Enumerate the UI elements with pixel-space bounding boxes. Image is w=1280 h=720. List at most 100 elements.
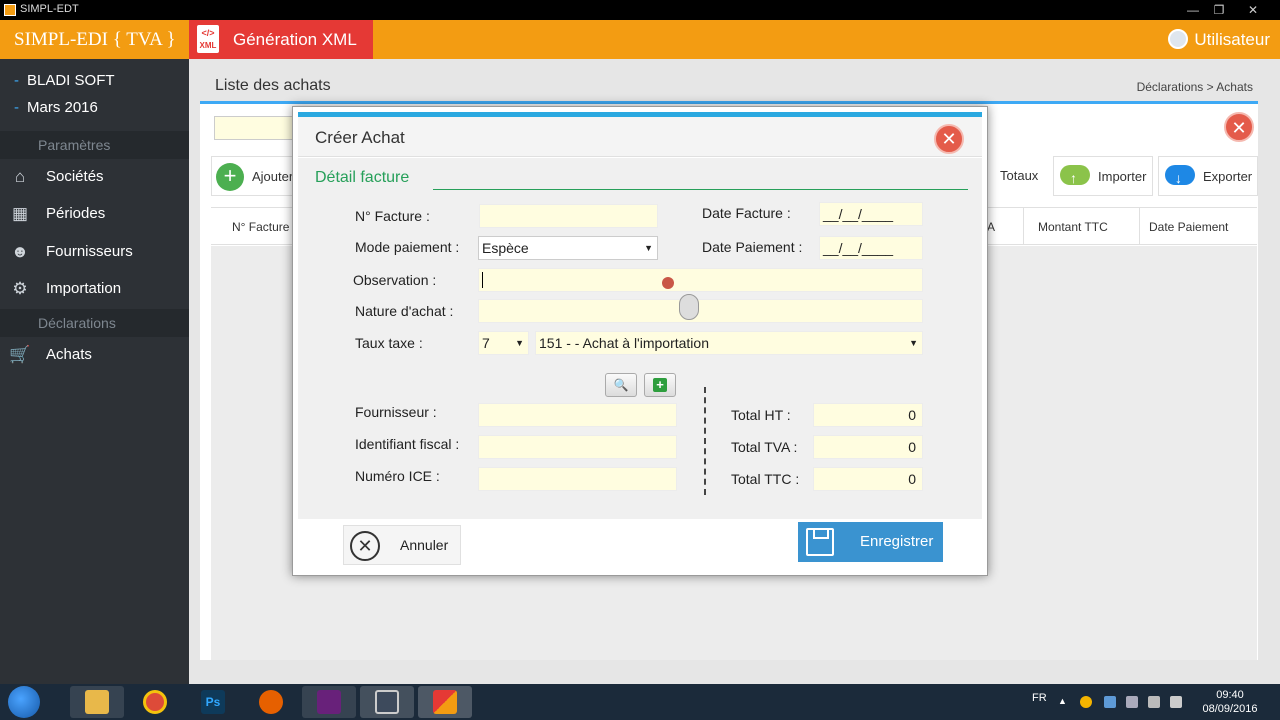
- floppy-icon: [375, 690, 399, 714]
- observation-input[interactable]: [478, 268, 923, 292]
- mode-paiement-select[interactable]: Espèce ▼: [478, 236, 658, 260]
- total-tva-value: 0: [813, 435, 923, 459]
- volume-icon[interactable]: [1170, 696, 1182, 708]
- col-n-facture[interactable]: N° Facture: [232, 220, 289, 234]
- col-tva[interactable]: A: [987, 220, 995, 234]
- taux-category-select[interactable]: 151 - - Achat à l'importation ▼: [535, 331, 923, 355]
- total-ht-label: Total HT :: [731, 407, 791, 423]
- total-ttc-label: Total TTC :: [731, 471, 800, 487]
- window-titlebar: SIMPL-EDT — ❐ ✕: [0, 0, 1280, 20]
- taskbar-clock[interactable]: 09:40 08/09/2016: [1198, 688, 1262, 716]
- nature-achat-input[interactable]: [478, 299, 923, 323]
- mouse-indicator-icon: [679, 294, 699, 320]
- n-facture-input[interactable]: [479, 204, 658, 228]
- chevron-down-icon: ▼: [515, 338, 524, 348]
- search-icon: 🔍: [613, 378, 629, 392]
- app-icon: [4, 4, 16, 16]
- cancel-icon: ✕: [350, 531, 380, 561]
- section-detail-facture: Détail facture: [315, 169, 410, 186]
- tray-network-icon[interactable]: [1104, 696, 1116, 708]
- cart-icon: 🛒: [9, 345, 31, 364]
- app-icon: [433, 690, 457, 714]
- filter-input[interactable]: [214, 116, 294, 140]
- section-parametres: Paramètres: [0, 131, 189, 159]
- floppy-save-icon: [806, 528, 834, 556]
- app-header: SIMPL-EDI { TVA } </> XML Génération XML …: [0, 20, 1280, 59]
- date-facture-input[interactable]: __/__/____: [819, 202, 923, 226]
- identifiant-fiscal-input[interactable]: [478, 435, 677, 459]
- taskbar-firefox[interactable]: [244, 686, 298, 718]
- taux-taxe-select[interactable]: 7 ▼: [478, 331, 529, 355]
- sidebar: - BLADI SOFT - Mars 2016 Paramètres ⌂ Socié…: [0, 59, 189, 684]
- date-facture-label: Date Facture :: [702, 205, 791, 221]
- tray-expand-icon[interactable]: ▲: [1058, 696, 1070, 708]
- col-date-paiement[interactable]: Date Paiement: [1149, 220, 1228, 234]
- cloud-upload-icon: ↑: [1060, 165, 1090, 185]
- panel-close-button[interactable]: ✕: [1224, 112, 1254, 142]
- sidebar-item-periodes[interactable]: ▦ Périodes: [0, 196, 189, 232]
- n-facture-label: N° Facture :: [355, 208, 430, 224]
- generate-xml-button[interactable]: </> XML Génération XML: [189, 20, 373, 59]
- col-montant-ttc[interactable]: Montant TTC: [1038, 220, 1108, 234]
- people-icon: ☻: [11, 242, 29, 261]
- search-fournisseur-button[interactable]: 🔍: [605, 373, 637, 397]
- photoshop-icon: Ps: [201, 690, 225, 714]
- calendar-icon: ▦: [11, 204, 29, 223]
- annuler-button[interactable]: ✕ Annuler: [343, 525, 461, 565]
- page-title: Liste des achats: [215, 77, 331, 94]
- company-name: - BLADI SOFT: [14, 72, 115, 89]
- tray-flag-icon[interactable]: [1126, 696, 1138, 708]
- language-indicator[interactable]: FR: [1032, 692, 1047, 704]
- taskbar-chrome[interactable]: [128, 686, 182, 718]
- user-label: Utilisateur: [1194, 30, 1270, 49]
- gear-icon: ⚙: [12, 279, 28, 298]
- start-button[interactable]: [8, 686, 40, 718]
- chevron-down-icon: ▼: [909, 338, 918, 348]
- numero-ice-label: Numéro ICE :: [355, 468, 440, 484]
- exporter-button[interactable]: ↓ Exporter: [1158, 156, 1258, 196]
- taskbar-app[interactable]: [418, 686, 472, 718]
- sidebar-item-importation[interactable]: ⚙ Importation: [0, 271, 189, 307]
- numero-ice-input[interactable]: [478, 467, 677, 491]
- mode-paiement-label: Mode paiement :: [355, 239, 460, 255]
- section-declarations: Déclarations: [0, 309, 189, 337]
- close-window-button[interactable]: ✕: [1240, 2, 1266, 18]
- chrome-icon: [143, 690, 167, 714]
- total-tva-label: Total TVA :: [731, 439, 798, 455]
- maximize-button[interactable]: ❐: [1206, 2, 1232, 18]
- taskbar-floppy[interactable]: [360, 686, 414, 718]
- add-fournisseur-button[interactable]: +: [644, 373, 676, 397]
- user-menu[interactable]: Utilisateur: [1168, 29, 1270, 50]
- fournisseur-label: Fournisseur :: [355, 404, 437, 420]
- taskbar-explorer[interactable]: [70, 686, 124, 718]
- tray-app-icon[interactable]: [1080, 696, 1092, 708]
- taskbar-photoshop[interactable]: Ps: [186, 686, 240, 718]
- total-ht-value: 0: [813, 403, 923, 427]
- window-title: SIMPL-EDT: [20, 3, 79, 15]
- taskbar-visual-studio[interactable]: [302, 686, 356, 718]
- breadcrumb[interactable]: Déclarations > Achats: [1137, 80, 1253, 94]
- totaux-button[interactable]: Totaux: [990, 156, 1048, 196]
- sidebar-item-achats[interactable]: 🛒 Achats: [0, 337, 189, 373]
- date-paiement-input[interactable]: __/__/____: [819, 236, 923, 260]
- sidebar-item-societes[interactable]: ⌂ Sociétés: [0, 159, 189, 195]
- tray-monitor-icon[interactable]: [1148, 696, 1160, 708]
- fournisseur-input[interactable]: [478, 403, 677, 427]
- importer-button[interactable]: ↑ Importer: [1053, 156, 1153, 196]
- ajouter-button[interactable]: + Ajouter: [211, 156, 295, 196]
- firefox-icon: [259, 690, 283, 714]
- nature-achat-label: Nature d'achat :: [355, 303, 454, 319]
- user-icon: [1168, 29, 1189, 49]
- dialog-close-button[interactable]: ✕: [934, 124, 964, 154]
- total-ttc-value: 0: [813, 467, 923, 491]
- building-icon: ⌂: [14, 167, 26, 186]
- dialog-title: Créer Achat: [315, 128, 405, 147]
- xml-file-icon: </> XML: [197, 25, 219, 53]
- panel-accent-line: [200, 101, 1258, 104]
- plus-icon: +: [653, 378, 667, 392]
- sidebar-item-fournisseurs[interactable]: ☻ Fournisseurs: [0, 234, 189, 270]
- generate-xml-label: Génération XML: [233, 30, 357, 49]
- enregistrer-button[interactable]: Enregistrer: [798, 522, 943, 562]
- vertical-divider: [704, 387, 706, 495]
- minimize-button[interactable]: —: [1180, 2, 1206, 18]
